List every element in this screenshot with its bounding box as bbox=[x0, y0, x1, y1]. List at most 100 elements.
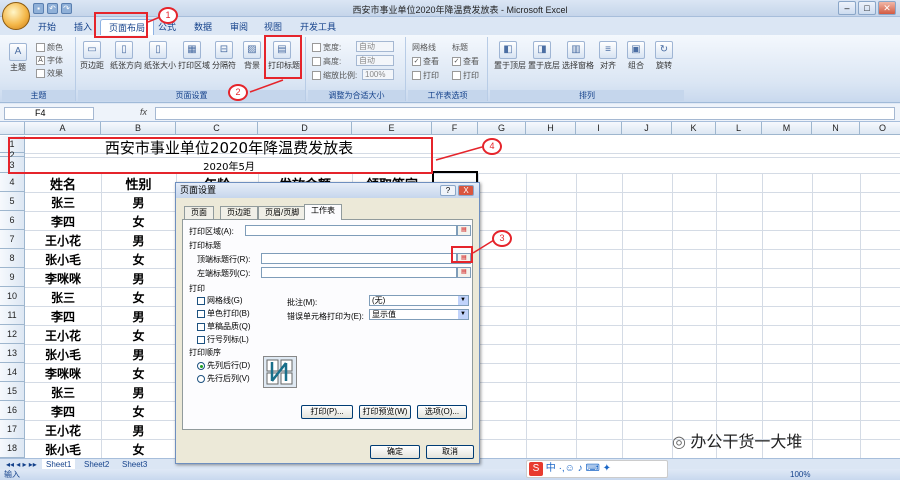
gridlines-view-checkbox[interactable]: ✓ 查看 bbox=[412, 56, 439, 67]
background-button[interactable]: ▨ 背景 bbox=[238, 41, 266, 71]
tab-home[interactable]: 开始 bbox=[30, 19, 64, 35]
print-button[interactable]: 打印(P)... bbox=[301, 405, 353, 419]
fonts-button[interactable]: A 字体 bbox=[36, 55, 63, 66]
name-cell[interactable]: 张三 bbox=[25, 384, 101, 401]
name-box[interactable]: F4 bbox=[4, 107, 94, 120]
name-cell[interactable]: 王小花 bbox=[25, 422, 101, 439]
dialog-tab-page[interactable]: 页面 bbox=[184, 206, 214, 219]
options-button[interactable]: 选项(O)... bbox=[417, 405, 467, 419]
name-cell[interactable]: 王小花 bbox=[25, 232, 101, 249]
column-header-N[interactable]: N bbox=[812, 122, 860, 135]
column-header-A[interactable]: A bbox=[25, 122, 101, 135]
column-header-B[interactable]: B bbox=[101, 122, 176, 135]
comments-select[interactable]: (无) ▼ bbox=[369, 295, 469, 306]
print-area-ref-icon[interactable]: ▤ bbox=[457, 225, 471, 236]
send-back-button[interactable]: ◨ 置于底层 bbox=[528, 41, 560, 71]
column-header-E[interactable]: E bbox=[352, 122, 432, 135]
row-header-5[interactable]: 5 bbox=[0, 192, 25, 211]
cols-to-repeat-input[interactable] bbox=[261, 267, 457, 278]
gender-cell[interactable]: 男 bbox=[101, 194, 176, 211]
column-header-I[interactable]: I bbox=[576, 122, 622, 135]
name-cell[interactable]: 李咪咪 bbox=[25, 365, 101, 382]
minimize-icon[interactable]: – bbox=[838, 1, 856, 15]
close-window-icon[interactable]: ✕ bbox=[878, 1, 896, 15]
name-cell[interactable]: 张三 bbox=[25, 194, 101, 211]
bring-front-button[interactable]: ◧ 置于顶层 bbox=[494, 41, 526, 71]
tab-review[interactable]: 审阅 bbox=[222, 19, 256, 35]
print-area-input[interactable] bbox=[245, 225, 457, 236]
selection-pane-button[interactable]: ▥ 选择窗格 bbox=[562, 41, 594, 71]
over-then-down-radio[interactable]: 先行后列(V) bbox=[197, 373, 250, 384]
save-icon[interactable]: ▪ bbox=[33, 3, 44, 14]
zoom-level[interactable]: 100% bbox=[790, 469, 810, 480]
row-header-15[interactable]: 15 bbox=[0, 382, 25, 401]
scale-spinner[interactable]: 100% bbox=[362, 69, 394, 80]
column-header-L[interactable]: L bbox=[716, 122, 762, 135]
name-cell[interactable]: 张三 bbox=[25, 289, 101, 306]
gender-cell[interactable]: 男 bbox=[101, 346, 176, 363]
row-header-12[interactable]: 12 bbox=[0, 325, 25, 344]
margins-button[interactable]: ▭ 页边距 bbox=[78, 41, 106, 71]
name-cell[interactable]: 李四 bbox=[25, 403, 101, 420]
column-header-G[interactable]: G bbox=[478, 122, 526, 135]
name-cell[interactable]: 张小毛 bbox=[25, 251, 101, 268]
ok-button[interactable]: 确定 bbox=[370, 445, 420, 459]
gender-cell[interactable]: 男 bbox=[101, 384, 176, 401]
dialog-tab-margins[interactable]: 页边距 bbox=[220, 206, 258, 219]
header-name[interactable]: 姓名 bbox=[25, 174, 101, 193]
column-header-D[interactable]: D bbox=[258, 122, 352, 135]
dialog-tab-sheet[interactable]: 工作表 bbox=[304, 204, 342, 220]
column-header-J[interactable]: J bbox=[622, 122, 672, 135]
gender-cell[interactable]: 女 bbox=[101, 441, 176, 458]
row-col-headings-checkbox[interactable]: 行号列标(L) bbox=[197, 334, 249, 345]
size-button[interactable]: ▯ 纸张大小 bbox=[144, 41, 176, 71]
group-button[interactable]: ▣ 组合 bbox=[622, 41, 650, 71]
ime-toolbar[interactable]: S 中 ·,☺ ♪ ⌨ ✦ bbox=[526, 460, 668, 478]
name-cell[interactable]: 张小毛 bbox=[25, 441, 101, 458]
rows-to-repeat-input[interactable] bbox=[261, 253, 457, 264]
formula-input[interactable] bbox=[155, 107, 895, 120]
name-cell[interactable]: 李咪咪 bbox=[25, 270, 101, 287]
column-header-F[interactable]: F bbox=[432, 122, 478, 135]
print-preview-button[interactable]: 打印预览(W) bbox=[359, 405, 411, 419]
row-header-18[interactable]: 18 bbox=[0, 439, 25, 458]
themes-button[interactable]: A 主题 bbox=[4, 43, 32, 73]
maximize-icon[interactable]: □ bbox=[858, 1, 876, 15]
headings-view-checkbox[interactable]: ✓ 查看 bbox=[452, 56, 479, 67]
select-all-corner[interactable] bbox=[0, 122, 25, 135]
row-header-4[interactable]: 4 bbox=[0, 173, 25, 192]
gender-cell[interactable]: 男 bbox=[101, 270, 176, 287]
row-header-6[interactable]: 6 bbox=[0, 211, 25, 230]
row-header-10[interactable]: 10 bbox=[0, 287, 25, 306]
row-header-9[interactable]: 9 bbox=[0, 268, 25, 287]
office-button[interactable] bbox=[2, 2, 30, 30]
gridlines-print-checkbox[interactable]: 打印 bbox=[412, 70, 439, 81]
height-select[interactable]: 自动 bbox=[356, 55, 394, 66]
draft-checkbox[interactable]: 草稿品质(Q) bbox=[197, 321, 251, 332]
gender-cell[interactable]: 女 bbox=[101, 365, 176, 382]
name-cell[interactable]: 王小花 bbox=[25, 327, 101, 344]
gridlines-checkbox[interactable]: 网格线(G) bbox=[197, 295, 243, 306]
cancel-button[interactable]: 取消 bbox=[426, 445, 474, 459]
row-header-13[interactable]: 13 bbox=[0, 344, 25, 363]
align-button[interactable]: ≡ 对齐 bbox=[594, 41, 622, 71]
column-header-O[interactable]: O bbox=[860, 122, 900, 135]
down-then-over-radio[interactable]: 先列后行(D) bbox=[197, 360, 250, 371]
column-header-M[interactable]: M bbox=[762, 122, 812, 135]
tab-data[interactable]: 数据 bbox=[186, 19, 220, 35]
orientation-button[interactable]: ▯ 纸张方向 bbox=[110, 41, 142, 71]
tab-view[interactable]: 视图 bbox=[256, 19, 290, 35]
row-header-8[interactable]: 8 bbox=[0, 249, 25, 268]
rotate-button[interactable]: ↻ 旋转 bbox=[650, 41, 678, 71]
dialog-close-button[interactable]: X bbox=[458, 185, 474, 196]
errors-select[interactable]: 显示值 ▼ bbox=[369, 309, 469, 320]
gender-cell[interactable]: 女 bbox=[101, 403, 176, 420]
name-cell[interactable]: 张小毛 bbox=[25, 346, 101, 363]
gender-cell[interactable]: 男 bbox=[101, 422, 176, 439]
redo-icon[interactable]: ↷ bbox=[61, 3, 72, 14]
gender-cell[interactable]: 女 bbox=[101, 213, 176, 230]
width-select[interactable]: 自动 bbox=[356, 41, 394, 52]
gender-cell[interactable]: 女 bbox=[101, 289, 176, 306]
effects-button[interactable]: 效果 bbox=[36, 68, 63, 79]
row-header-16[interactable]: 16 bbox=[0, 401, 25, 420]
